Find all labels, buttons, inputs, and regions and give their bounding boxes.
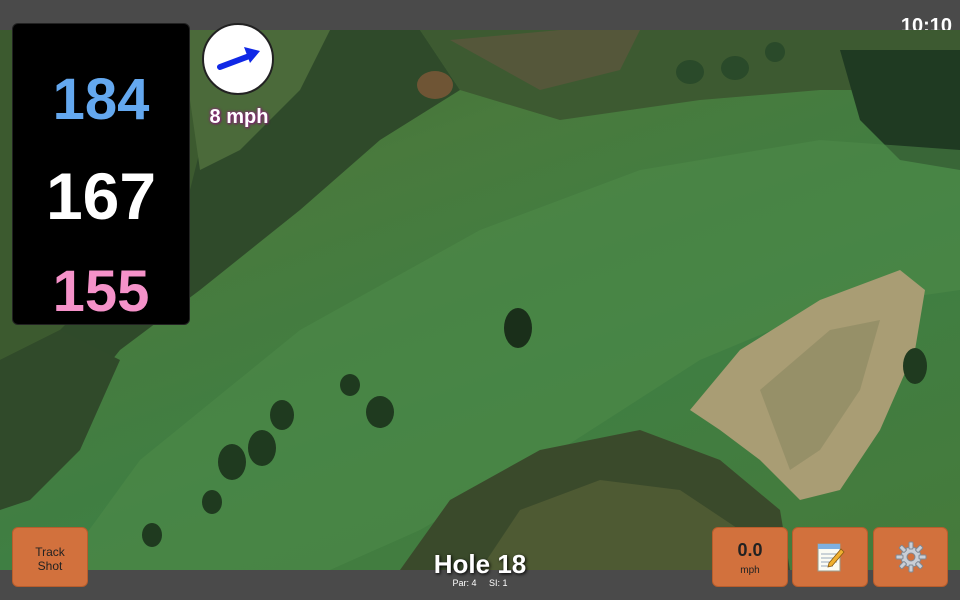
speed-unit: mph [740, 565, 760, 576]
notes-button[interactable] [792, 527, 868, 587]
wind-indicator[interactable] [202, 23, 274, 95]
hole-info: Par: 4 SI: 1 [380, 578, 580, 588]
track-shot-label-line2: Shot [37, 559, 63, 573]
front-distance: 155 [52, 259, 150, 324]
hole-title: Hole 18 [433, 549, 527, 579]
back-distance: 184 [52, 67, 150, 132]
wind-arrow-icon [217, 47, 260, 70]
hole-par: Par: 4 [452, 578, 477, 588]
notepad-icon [817, 543, 845, 572]
middle-distance: 167 [45, 159, 157, 233]
gear-icon [895, 541, 926, 573]
speed-value: 0.0 [737, 540, 763, 560]
distance-panel: 184 167 155 [12, 23, 190, 325]
hole-stroke-index: SI: 1 [489, 578, 508, 588]
speed-button[interactable]: 0.0 mph [712, 527, 788, 587]
wind-speed-label: 8 mph [209, 106, 269, 128]
track-shot-label-line1: Track [35, 545, 65, 559]
track-shot-button[interactable]: Track Shot [12, 527, 88, 587]
settings-button[interactable] [873, 527, 948, 587]
